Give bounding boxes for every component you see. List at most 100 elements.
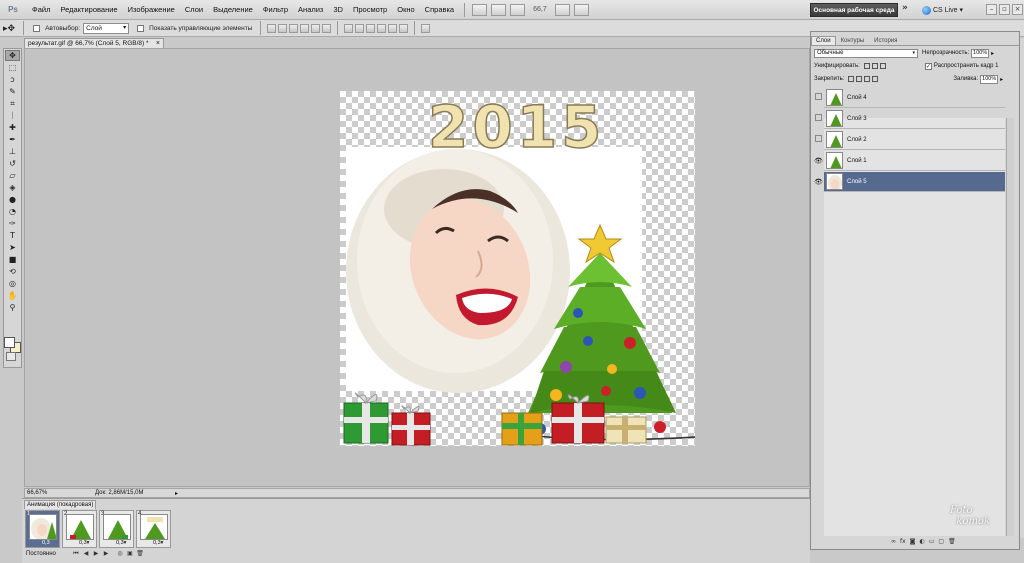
- align-right-icon[interactable]: [322, 23, 332, 33]
- menu-view[interactable]: Просмотр: [348, 0, 392, 20]
- paint-bucket-tool-icon[interactable]: ◈: [5, 182, 20, 193]
- menu-analysis[interactable]: Анализ: [293, 0, 328, 20]
- new-group-icon[interactable]: ▭: [929, 538, 935, 545]
- distribute-vcenter-icon[interactable]: [355, 23, 365, 33]
- menu-help[interactable]: Справка: [420, 0, 459, 20]
- new-layer-icon[interactable]: ▢: [938, 538, 944, 545]
- crop-tool-icon[interactable]: ⌗: [5, 98, 20, 109]
- shape-tool-icon[interactable]: ■: [5, 254, 20, 265]
- frame-delay[interactable]: 0,3: [42, 540, 50, 546]
- mini-bridge-icon[interactable]: [491, 3, 507, 16]
- auto-align-icon[interactable]: [421, 23, 431, 33]
- lasso-tool-icon[interactable]: ↄ: [5, 74, 20, 85]
- layer-row-selected[interactable]: Слой 5: [824, 172, 1005, 192]
- lock-pixels-icon[interactable]: [856, 76, 863, 82]
- extras-icon[interactable]: [510, 3, 526, 16]
- status-arrow-icon[interactable]: ▸: [175, 490, 178, 497]
- path-select-tool-icon[interactable]: ➤: [5, 242, 20, 253]
- first-frame-icon[interactable]: ⏮: [72, 550, 80, 558]
- bridge-icon[interactable]: [472, 3, 488, 16]
- layer-row[interactable]: Слой 4: [824, 88, 1005, 108]
- workspace-button[interactable]: Основная рабочая среда: [810, 3, 898, 17]
- duplicate-frame-icon[interactable]: ▣: [126, 550, 134, 558]
- blur-tool-icon[interactable]: ●: [5, 194, 20, 205]
- healing-brush-tool-icon[interactable]: ✚: [5, 122, 20, 133]
- loop-options-dropdown[interactable]: Постоянно: [26, 550, 68, 559]
- fill-arrow-icon[interactable]: ▸: [1000, 76, 1003, 83]
- type-tool-icon[interactable]: T: [5, 230, 20, 241]
- next-frame-icon[interactable]: ▶: [102, 550, 110, 558]
- delete-frame-icon[interactable]: 🗑: [136, 550, 144, 558]
- menu-file[interactable]: Файл: [27, 0, 55, 20]
- history-brush-tool-icon[interactable]: ↺: [5, 158, 20, 169]
- unify-visibility-icon[interactable]: [871, 63, 878, 69]
- menu-image[interactable]: Изображение: [123, 0, 180, 20]
- frame-delay[interactable]: 0,3▾: [153, 540, 163, 546]
- link-layers-icon[interactable]: ∞: [891, 538, 896, 545]
- layer-row[interactable]: Слой 3: [824, 109, 1005, 129]
- fill-input[interactable]: 100%: [980, 74, 999, 84]
- propagate-frame-checkbox[interactable]: [924, 62, 932, 70]
- menu-filter[interactable]: Фильтр: [258, 0, 293, 20]
- menu-window[interactable]: Окно: [392, 0, 419, 20]
- autoselect-checkbox[interactable]: [33, 24, 41, 32]
- pen-tool-icon[interactable]: ✑: [5, 218, 20, 229]
- opacity-input[interactable]: 100%: [971, 48, 990, 58]
- show-controls-checkbox[interactable]: [137, 24, 145, 32]
- animation-frame[interactable]: 1 0,3: [25, 510, 60, 548]
- minimize-icon[interactable]: –: [986, 4, 997, 15]
- document-tab[interactable]: результат.gif @ 66,7% (Слой 5, RGB/8) * …: [24, 38, 164, 48]
- unify-position-icon[interactable]: [863, 63, 870, 69]
- distribute-bottom-icon[interactable]: [366, 23, 376, 33]
- clone-stamp-tool-icon[interactable]: ⊥: [5, 146, 20, 157]
- close-tab-icon[interactable]: ×: [156, 39, 160, 48]
- layer-mask-icon[interactable]: ◙: [910, 538, 916, 545]
- visibility-toggle[interactable]: [814, 88, 823, 108]
- zoom-status[interactable]: 66,67%: [25, 490, 55, 496]
- move-tool-icon[interactable]: ▸✥: [3, 23, 15, 34]
- chevron-right-icon[interactable]: »: [902, 3, 914, 17]
- tab-paths[interactable]: Контуры: [836, 36, 870, 45]
- layer-style-icon[interactable]: fx: [900, 538, 906, 545]
- lock-position-icon[interactable]: [864, 76, 871, 82]
- distribute-hcenter-icon[interactable]: [388, 23, 398, 33]
- zoom-tool-icon[interactable]: ⚲: [5, 302, 20, 313]
- unify-style-icon[interactable]: [879, 63, 886, 69]
- opacity-arrow-icon[interactable]: ▸: [991, 50, 994, 57]
- animation-frame[interactable]: 2 0,3▾: [62, 510, 97, 548]
- hand-tool-icon[interactable]: ✋: [5, 290, 20, 301]
- animation-frame[interactable]: 3 0,3▾: [99, 510, 134, 548]
- menu-select[interactable]: Выделение: [208, 0, 258, 20]
- menu-layers[interactable]: Слои: [180, 0, 208, 20]
- align-hcenter-icon[interactable]: [311, 23, 321, 33]
- autoselect-dropdown[interactable]: Слой: [83, 22, 130, 34]
- eye-icon[interactable]: 👁: [814, 151, 823, 171]
- menu-3d[interactable]: 3D: [328, 0, 348, 20]
- cs-live-button[interactable]: CS Live ▾: [922, 4, 963, 16]
- layer-row[interactable]: Слой 2: [824, 130, 1005, 150]
- visibility-toggle[interactable]: [814, 109, 823, 129]
- tab-layers[interactable]: Слои: [811, 36, 836, 45]
- tween-icon[interactable]: ◎: [116, 550, 124, 558]
- distribute-right-icon[interactable]: [399, 23, 409, 33]
- dodge-tool-icon[interactable]: ◔: [5, 206, 20, 217]
- align-vcenter-icon[interactable]: [278, 23, 288, 33]
- lock-transparency-icon[interactable]: [848, 76, 855, 82]
- play-icon[interactable]: ▶: [92, 550, 100, 558]
- 3d-rotate-tool-icon[interactable]: ⟲: [5, 266, 20, 277]
- canvas[interactable]: 2015: [340, 91, 695, 446]
- blend-mode-dropdown[interactable]: Обычные: [814, 48, 918, 58]
- visibility-toggle[interactable]: [814, 130, 823, 150]
- move-tool-icon[interactable]: ✥: [5, 50, 20, 61]
- 3d-orbit-tool-icon[interactable]: ◎: [5, 278, 20, 289]
- layer-row[interactable]: Слой 1: [824, 151, 1005, 171]
- lock-all-icon[interactable]: [872, 76, 879, 82]
- eye-icon[interactable]: 👁: [814, 172, 823, 192]
- screen-mode-icon[interactable]: [573, 3, 589, 16]
- quick-mask-icon[interactable]: [6, 352, 16, 361]
- eyedropper-tool-icon[interactable]: ᛁ: [5, 110, 20, 121]
- close-icon[interactable]: ×: [1012, 4, 1023, 15]
- align-top-icon[interactable]: [267, 23, 277, 33]
- distribute-top-icon[interactable]: [344, 23, 354, 33]
- distribute-left-icon[interactable]: [377, 23, 387, 33]
